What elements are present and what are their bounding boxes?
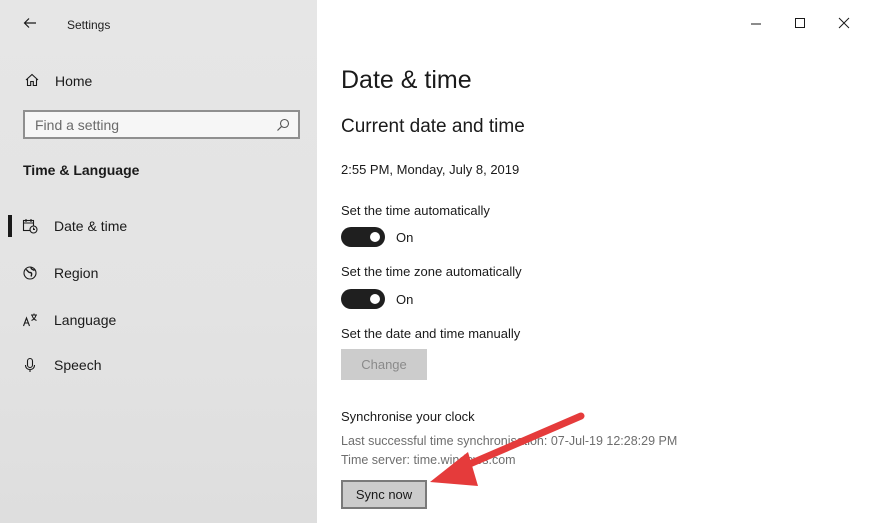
auto-timezone-toggle[interactable]: [341, 289, 385, 309]
sidebar-item-speech[interactable]: Speech: [0, 347, 317, 383]
calendar-clock-icon: [22, 219, 38, 234]
current-datetime: 2:55 PM, Monday, July 8, 2019: [341, 162, 520, 177]
search-icon[interactable]: [276, 118, 290, 132]
sidebar: Settings Home Find a setting Time & Lang…: [0, 0, 317, 523]
change-button[interactable]: Change: [341, 349, 427, 380]
auto-time-label: Set the time automatically: [341, 203, 490, 218]
globe-icon: [23, 266, 37, 280]
toggle-knob: [370, 232, 380, 242]
auto-time-state: On: [396, 230, 414, 245]
time-server-text: Time server: time.windows.com: [341, 453, 516, 467]
sidebar-item-label: Date & time: [54, 218, 128, 234]
microphone-icon: [24, 357, 36, 372]
sidebar-item-label: Language: [54, 312, 117, 328]
home-icon: [25, 73, 39, 87]
page-title: Date & time: [341, 66, 472, 94]
nav-home[interactable]: Home: [0, 64, 317, 98]
close-icon[interactable]: [829, 10, 859, 36]
last-sync-text: Last successful time synchronisation: 07…: [341, 434, 678, 448]
back-arrow-icon[interactable]: [22, 15, 38, 31]
window-controls: [729, 0, 869, 48]
auto-time-toggle[interactable]: [341, 227, 385, 247]
section-title: Time & Language: [23, 162, 140, 178]
app-title: Settings: [67, 18, 111, 32]
nav-home-label: Home: [55, 73, 93, 89]
sidebar-item-label: Region: [54, 265, 99, 281]
manual-datetime-label: Set the date and time manually: [341, 326, 521, 341]
sidebar-item-label: Speech: [54, 357, 102, 373]
minimize-icon[interactable]: [741, 10, 771, 36]
language-icon: [22, 313, 37, 327]
maximize-icon[interactable]: [785, 10, 815, 36]
selection-indicator: [8, 215, 12, 237]
sidebar-item-region[interactable]: Region: [0, 255, 317, 291]
search-placeholder: Find a setting: [35, 117, 120, 133]
sync-now-button[interactable]: Sync now: [341, 480, 427, 509]
sidebar-item-date-time[interactable]: Date & time: [0, 208, 317, 244]
sidebar-item-language[interactable]: Language: [0, 302, 317, 338]
section-heading: Current date and time: [341, 116, 525, 137]
auto-timezone-state: On: [396, 292, 414, 307]
toggle-knob: [370, 294, 380, 304]
title-bar: Settings: [0, 0, 317, 48]
search-input[interactable]: Find a setting: [23, 110, 300, 139]
sync-title: Synchronise your clock: [341, 409, 475, 424]
main-content: Date & time Current date and time 2:55 P…: [317, 0, 869, 523]
auto-timezone-label: Set the time zone automatically: [341, 264, 522, 279]
